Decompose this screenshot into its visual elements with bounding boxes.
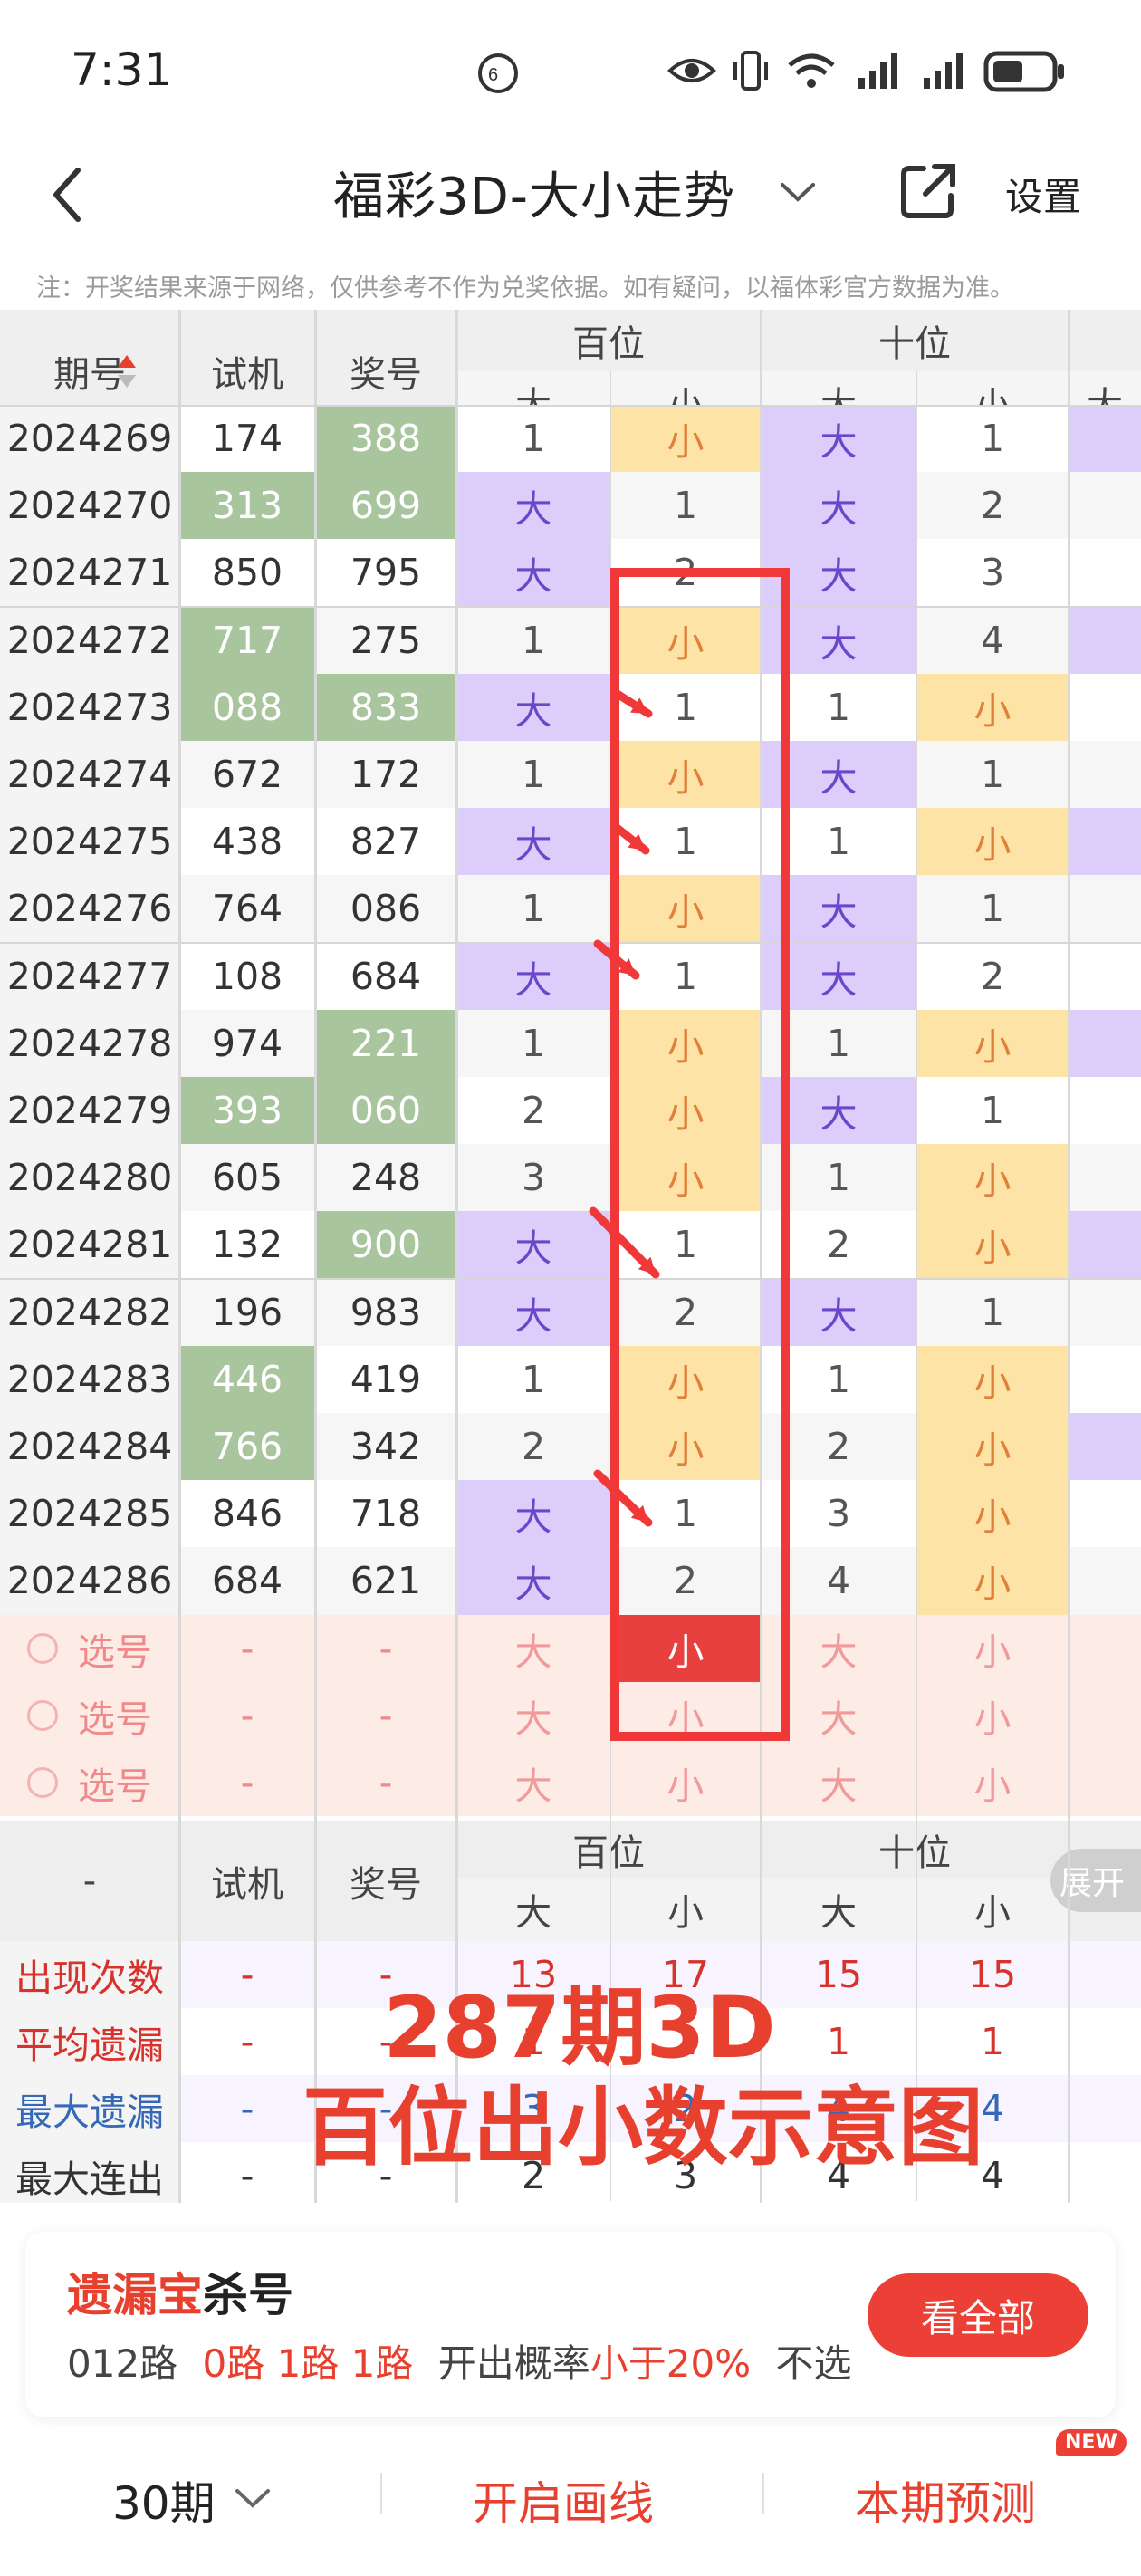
exclude-label: 不选 xyxy=(775,2341,852,2386)
battery-icon xyxy=(983,51,1064,92)
settings-button[interactable]: 设置 xyxy=(1005,167,1081,222)
brand-name: 遗漏宝 xyxy=(67,2269,203,2321)
signal-2-icon xyxy=(924,53,963,89)
routes-label: 012路 xyxy=(67,2341,178,2386)
bottom-bar: 30期 开启画线 本期预测 NEW xyxy=(0,2427,1141,2576)
disclaimer-notice: 注：开奖结果来源于网络，仅供参考不作为兑奖依据。如有疑问，以福体彩官方数据为准。 xyxy=(36,274,1014,303)
kill-card-detail: 012路 0路 1路 1路 开出概率小于20% 不选 xyxy=(67,2333,852,2389)
share-icon[interactable] xyxy=(896,159,960,223)
kill-title-suffix: 杀号 xyxy=(203,2269,293,2321)
chevron-down-icon[interactable] xyxy=(232,2482,273,2514)
forecast-button[interactable]: 本期预测 xyxy=(855,2467,1036,2533)
prob-label: 开出概率 xyxy=(437,2341,590,2386)
wifi-icon xyxy=(788,53,835,88)
annotation-frame xyxy=(589,568,790,1741)
hd-icon: 6 xyxy=(478,53,518,93)
draw-lines-button[interactable]: 开启画线 xyxy=(473,2467,654,2533)
overlay-caption-subtitle: 百位出小数示意图 xyxy=(302,2079,983,2177)
periods-selector[interactable]: 30期 xyxy=(112,2467,216,2533)
status-time: 7:31 xyxy=(71,43,173,96)
page-title[interactable]: 福彩3D-大小走势 xyxy=(333,156,735,229)
kill-number-card: 遗漏宝杀号 012路 0路 1路 1路 开出概率小于20% 不选 看全部 xyxy=(25,2232,1116,2417)
overlay-caption-title: 287期3D xyxy=(383,1979,776,2078)
kill-card-title: 遗漏宝杀号 xyxy=(67,2259,293,2324)
eye-icon xyxy=(667,59,716,82)
svg-text:6: 6 xyxy=(488,65,498,85)
prob-value: 小于20% xyxy=(590,2341,752,2386)
view-all-button[interactable]: 看全部 xyxy=(868,2273,1088,2357)
trend-table: 期号试机奖号百位十位大小大小大20242691743881小大120242703… xyxy=(0,310,1141,2203)
divider xyxy=(762,2473,764,2514)
divider xyxy=(380,2473,382,2514)
status-bar: 7:31 6 xyxy=(0,0,1141,136)
routes-value: 0路 1路 1路 xyxy=(202,2341,414,2386)
back-icon[interactable] xyxy=(45,163,91,226)
signal-1-icon xyxy=(858,53,897,89)
new-badge: NEW xyxy=(1056,2429,1127,2456)
vibrate-icon xyxy=(734,51,768,91)
chevron-down-icon[interactable] xyxy=(775,174,820,210)
